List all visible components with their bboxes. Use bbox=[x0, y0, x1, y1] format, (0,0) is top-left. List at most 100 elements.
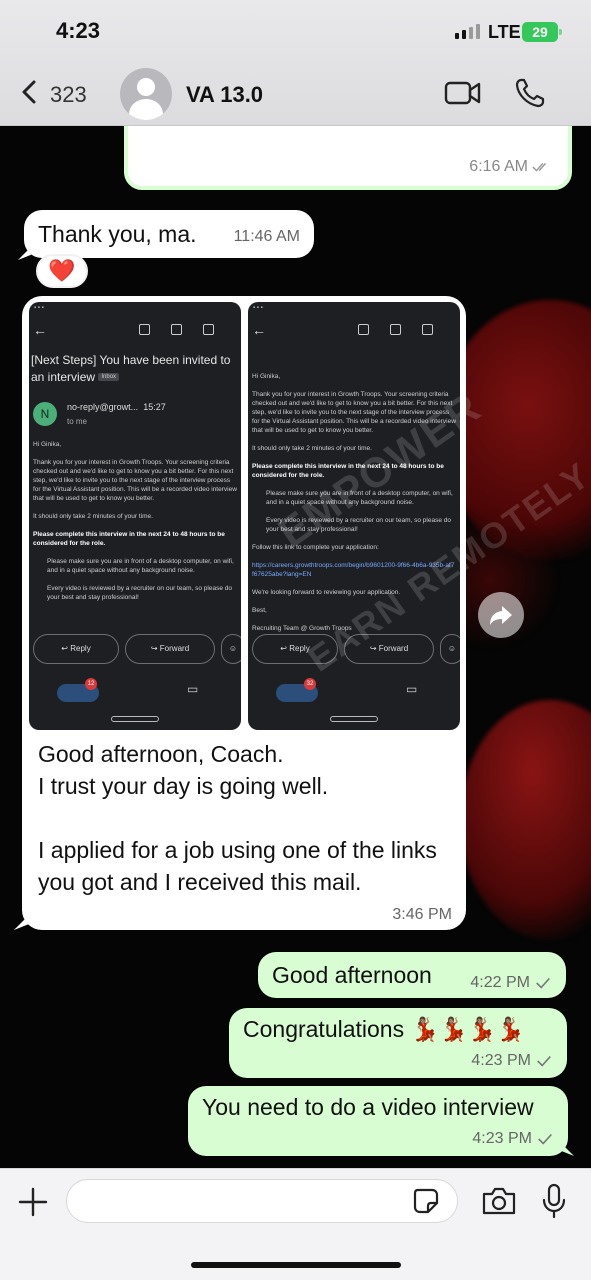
unread-badge: 32 bbox=[304, 678, 316, 690]
unread-chats-count[interactable]: 323 bbox=[50, 82, 87, 108]
mail-icon: 12 bbox=[57, 678, 99, 702]
microphone-icon[interactable] bbox=[540, 1183, 568, 1219]
email-bold-paragraph: Please complete this interview in the ne… bbox=[252, 463, 444, 479]
message-composer bbox=[0, 1168, 591, 1280]
message-text: Congratulations 💃🏽💃🏽💃🏽💃🏽 bbox=[243, 1016, 526, 1042]
message-input-field[interactable] bbox=[66, 1179, 458, 1223]
message-time: 4:22 PM bbox=[470, 974, 530, 991]
email-toolbar: ← bbox=[248, 316, 460, 344]
status-time: 4:23 bbox=[56, 18, 101, 43]
email-bullet: Please make sure you are in front of a d… bbox=[47, 558, 234, 575]
message-meta: 3:46 PM bbox=[392, 906, 452, 924]
email-subject-text: [Next Steps] You have been invited to an… bbox=[31, 353, 231, 384]
email-paragraph: Follow this link to complete your applic… bbox=[252, 544, 379, 551]
signal-icon bbox=[455, 24, 480, 39]
forward-button: ↪ Forward bbox=[125, 634, 215, 664]
email-subject: [Next Steps] You have been invited to an… bbox=[29, 344, 241, 386]
screenshot-status-bar: ▪ ▪ ▪ bbox=[34, 305, 44, 311]
outgoing-message[interactable]: Good afternoon 4:22 PM bbox=[258, 952, 566, 998]
email-actions: ↩ Reply ↪ Forward ☺ bbox=[248, 632, 460, 664]
forward-arrow-icon bbox=[490, 606, 512, 625]
gmail-bottom-bar: 12 ▭ bbox=[29, 678, 241, 708]
email-bold-paragraph: Please complete this interview in the ne… bbox=[33, 531, 225, 548]
email-paragraph: It should only take 2 minutes of your ti… bbox=[252, 445, 372, 452]
chat-title[interactable]: VA 13.0 bbox=[186, 82, 263, 108]
email-signoff: Best, bbox=[252, 607, 267, 614]
home-indicator bbox=[191, 1262, 401, 1268]
screenshot-status-bar: ▪ ▪ ▪ bbox=[253, 305, 263, 311]
message-text: You need to do a video interview bbox=[202, 1094, 534, 1120]
camera-icon[interactable] bbox=[480, 1185, 518, 1217]
back-chevron-icon[interactable] bbox=[16, 78, 44, 106]
reply-label: Reply bbox=[289, 644, 310, 653]
email-screenshot-2[interactable]: ▪ ▪ ▪ ← Hi Ginika, Thank you for your in… bbox=[248, 302, 460, 730]
meet-icon: ▭ bbox=[187, 682, 199, 696]
archive-icon bbox=[358, 324, 369, 335]
phone-call-icon[interactable] bbox=[514, 77, 546, 109]
message-meta: 4:23 PM bbox=[472, 1130, 554, 1148]
incoming-media-message[interactable]: ▪ ▪ ▪ ← [Next Steps] You have been invit… bbox=[22, 296, 591, 930]
network-type: LTE bbox=[488, 22, 521, 42]
wallpaper-shape bbox=[460, 700, 591, 940]
email-bullet: Please make sure you are in front of a d… bbox=[266, 490, 453, 506]
forward-button: ↪ Forward bbox=[344, 634, 434, 664]
email-link: https://careers.growthtroops.com/begin/b… bbox=[252, 562, 455, 578]
forward-label: Forward bbox=[159, 644, 190, 653]
email-body: Hi Ginika, Thank you for your interest i… bbox=[248, 344, 460, 639]
forward-label: Forward bbox=[378, 644, 409, 653]
message-time: 6:16 AM bbox=[469, 158, 528, 175]
battery-icon: 29 bbox=[522, 22, 562, 42]
reply-button: ↩ Reply bbox=[252, 634, 338, 664]
check-icon bbox=[536, 977, 550, 989]
mark-unread-icon bbox=[422, 324, 433, 335]
plus-icon[interactable] bbox=[16, 1185, 50, 1219]
sender-address: no-reply@growt... 15:27 bbox=[67, 402, 166, 412]
to-me-label: to me bbox=[67, 417, 88, 427]
sent-time: 15:27 bbox=[143, 402, 166, 413]
delete-icon bbox=[390, 324, 401, 335]
message-time: 4:23 PM bbox=[472, 1130, 532, 1147]
email-bullet: Every video is reviewed by a recruiter o… bbox=[47, 585, 232, 602]
inbox-tag: Inbox bbox=[98, 373, 120, 382]
message-input[interactable] bbox=[83, 1188, 403, 1214]
check-icon bbox=[538, 1133, 552, 1145]
reply-button: ↩ Reply bbox=[33, 634, 119, 664]
email-greeting: Hi Ginika, bbox=[33, 441, 62, 449]
sticker-icon[interactable] bbox=[412, 1187, 440, 1215]
unread-badge: 12 bbox=[85, 678, 97, 690]
video-call-icon[interactable] bbox=[444, 78, 482, 108]
back-arrow-icon: ← bbox=[252, 322, 266, 338]
email-paragraph: Thank you for your interest in Growth Tr… bbox=[33, 459, 237, 503]
message-meta: 11:46 AM bbox=[234, 228, 300, 246]
screenshot-home-bar bbox=[111, 716, 159, 722]
mark-unread-icon bbox=[203, 324, 214, 335]
incoming-message[interactable]: Thank you, ma. 11:46 AM bbox=[24, 210, 314, 258]
delete-icon bbox=[171, 324, 182, 335]
emoji-icon: ☺ bbox=[440, 634, 460, 664]
check-icon bbox=[537, 1055, 551, 1067]
email-paragraph: We're looking forward to reviewing your … bbox=[252, 589, 401, 596]
outgoing-message[interactable]: You need to do a video interview 4:23 PM bbox=[188, 1086, 568, 1156]
email-paragraph: It should only take 2 minutes of your ti… bbox=[33, 513, 153, 521]
reply-label: Reply bbox=[70, 644, 91, 653]
emoji-icon: ☺ bbox=[221, 634, 241, 664]
email-actions: ↩ Reply ↪ Forward ☺ bbox=[29, 632, 241, 664]
back-arrow-icon: ← bbox=[33, 322, 47, 338]
message-time: 4:23 PM bbox=[471, 1052, 531, 1069]
chat-header: 4:23 LTE 29 323 VA 13.0 bbox=[0, 0, 591, 126]
forward-message-button[interactable] bbox=[478, 592, 524, 638]
email-screenshot-1[interactable]: ▪ ▪ ▪ ← [Next Steps] You have been invit… bbox=[29, 302, 241, 730]
message-text: Thank you, ma. bbox=[38, 221, 197, 247]
heart-reaction[interactable]: ❤️ bbox=[36, 254, 88, 288]
outgoing-message[interactable]: Congratulations 💃🏽💃🏽💃🏽💃🏽 4:23 PM bbox=[229, 1008, 567, 1078]
email-toolbar: ← bbox=[29, 316, 241, 344]
avatar[interactable] bbox=[120, 68, 172, 120]
sender-name: no-reply@growt... bbox=[67, 402, 139, 413]
screenshot-home-bar bbox=[330, 716, 378, 722]
email-greeting: Hi Ginika, bbox=[252, 373, 281, 380]
mail-icon: 32 bbox=[276, 678, 318, 702]
double-check-icon bbox=[532, 162, 547, 172]
email-bullet: Every video is reviewed by a recruiter o… bbox=[266, 517, 451, 533]
message-meta: 4:23 PM bbox=[471, 1052, 553, 1070]
email-body: Hi Ginika, Thank you for your interest i… bbox=[29, 434, 241, 608]
